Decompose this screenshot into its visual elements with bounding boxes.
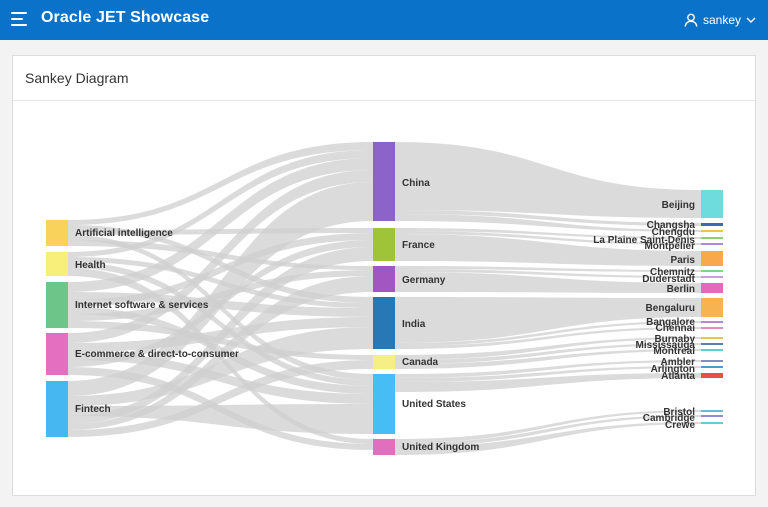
sankey-node[interactable] (46, 252, 68, 276)
sankey-node[interactable] (701, 327, 723, 329)
sankey-node-label: Chennai (656, 323, 696, 334)
sankey-node-label: E-commerce & direct-to-consumer (75, 349, 239, 360)
sankey-node[interactable] (701, 422, 723, 424)
sankey-node[interactable] (701, 283, 723, 293)
sankey-node-label: Atlanta (661, 371, 695, 382)
sankey-node[interactable] (701, 415, 723, 417)
sankey-node-label: China (402, 178, 430, 189)
sankey-node-label: France (402, 240, 435, 251)
sankey-node[interactable] (701, 349, 723, 351)
sankey-node[interactable] (373, 374, 395, 434)
sankey-node[interactable] (373, 355, 395, 369)
sankey-node[interactable] (701, 251, 723, 266)
sankey-node-label: Health (75, 260, 106, 271)
sankey-node-label: Bengaluru (646, 303, 695, 314)
sankey-node[interactable] (701, 237, 723, 239)
sankey-node-label: United States (402, 399, 466, 410)
sankey-node[interactable] (373, 439, 395, 455)
sankey-node[interactable] (701, 243, 723, 245)
sankey-node-label: Crewe (665, 420, 695, 431)
sankey-node[interactable] (701, 410, 723, 412)
sankey-node[interactable] (373, 228, 395, 261)
sankey-node-label: United Kingdom (402, 442, 479, 453)
sankey-node[interactable] (701, 276, 723, 278)
sankey-node[interactable] (701, 343, 723, 345)
sankey-node[interactable] (373, 266, 395, 292)
sankey-node[interactable] (701, 298, 723, 317)
sankey-node-label: Internet software & services (75, 300, 209, 311)
sankey-node[interactable] (46, 381, 68, 437)
sankey-diagram[interactable]: Artificial intelligence Health Internet so… (0, 0, 768, 507)
sankey-link[interactable] (395, 142, 701, 218)
sankey-node[interactable] (701, 190, 723, 218)
sankey-node[interactable] (701, 373, 723, 378)
sankey-node[interactable] (46, 282, 68, 328)
sankey-node-label: Artificial intelligence (75, 228, 173, 239)
sankey-node-label: Montpelier (644, 241, 695, 252)
sankey-node[interactable] (701, 270, 723, 272)
sankey-node[interactable] (46, 220, 68, 246)
sankey-node-label: Germany (402, 275, 446, 286)
sankey-node[interactable] (701, 321, 723, 323)
sankey-node-label: Montreal (653, 346, 695, 357)
sankey-node[interactable] (701, 337, 723, 339)
sankey-node[interactable] (373, 142, 395, 221)
sankey-node[interactable] (701, 230, 723, 232)
sankey-node[interactable] (373, 297, 395, 349)
sankey-node-label: Paris (671, 255, 696, 266)
sankey-node-label: Berlin (667, 284, 695, 295)
sankey-node-label: India (402, 319, 426, 330)
sankey-node[interactable] (701, 223, 723, 226)
sankey-node-label: Canada (402, 357, 439, 368)
sankey-node[interactable] (46, 333, 68, 375)
sankey-node-label: Fintech (75, 404, 111, 415)
sankey-node[interactable] (701, 360, 723, 362)
sankey-node-label: Beijing (662, 200, 695, 211)
sankey-node[interactable] (701, 366, 723, 368)
